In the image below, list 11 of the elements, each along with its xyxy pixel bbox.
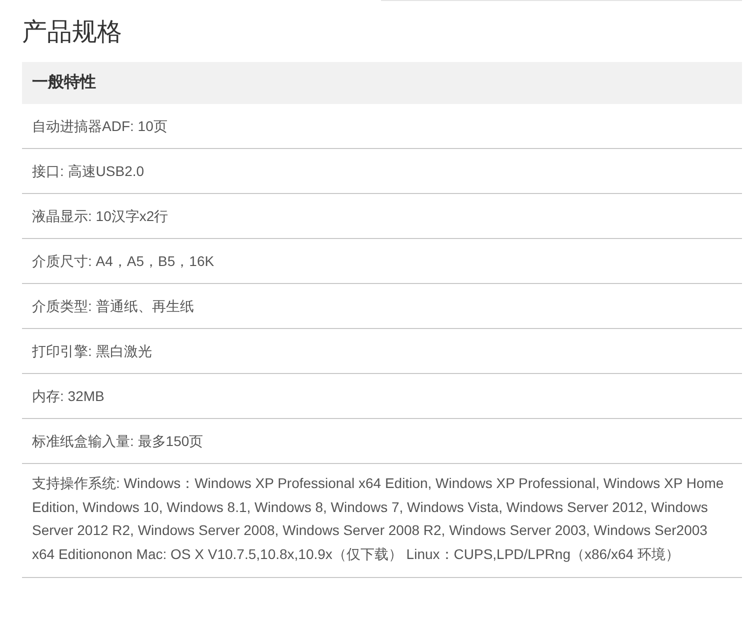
spec-item: 内存: 32MB <box>32 388 104 404</box>
section-heading: 一般特性 <box>22 62 742 104</box>
spec-item: 打印引擎: 黑白激光 <box>32 343 152 359</box>
spec-item: 介质类型: 普通纸、再生纸 <box>32 298 194 314</box>
spec-item: 标准纸盒输入量: 最多150页 <box>32 433 204 449</box>
page-title: 产品规格 <box>22 17 123 48</box>
spec-item: 支持操作系统: Windows：Windows XP Professional x64 Edition, Windows XP Professional, Windows XP Home Edition, Windows 10, Windows 8.1, Windows 8, Windows 7, Windows Vista, Windows Server 2012, Windows Server 2012 R2, Windows Server 2008, Windows Server 2008 R2, Windows Server 2003, Windows Ser2003 x64 Editiononon Mac: OS X V10.7.5,10.8x,10.9x（仅下载） Linux：CUPS,LPD/LPRng（x86/x64 环境） <box>32 475 724 562</box>
spec-item: 自动进搞器ADF: 10页 <box>32 118 168 134</box>
spec-item: 介质尺寸: A4，A5，B5，16K <box>32 253 214 269</box>
spec-item: 接口: 高速USB2.0 <box>32 163 144 179</box>
spec-item: 液晶显示: 10汉字x2行 <box>32 208 168 224</box>
